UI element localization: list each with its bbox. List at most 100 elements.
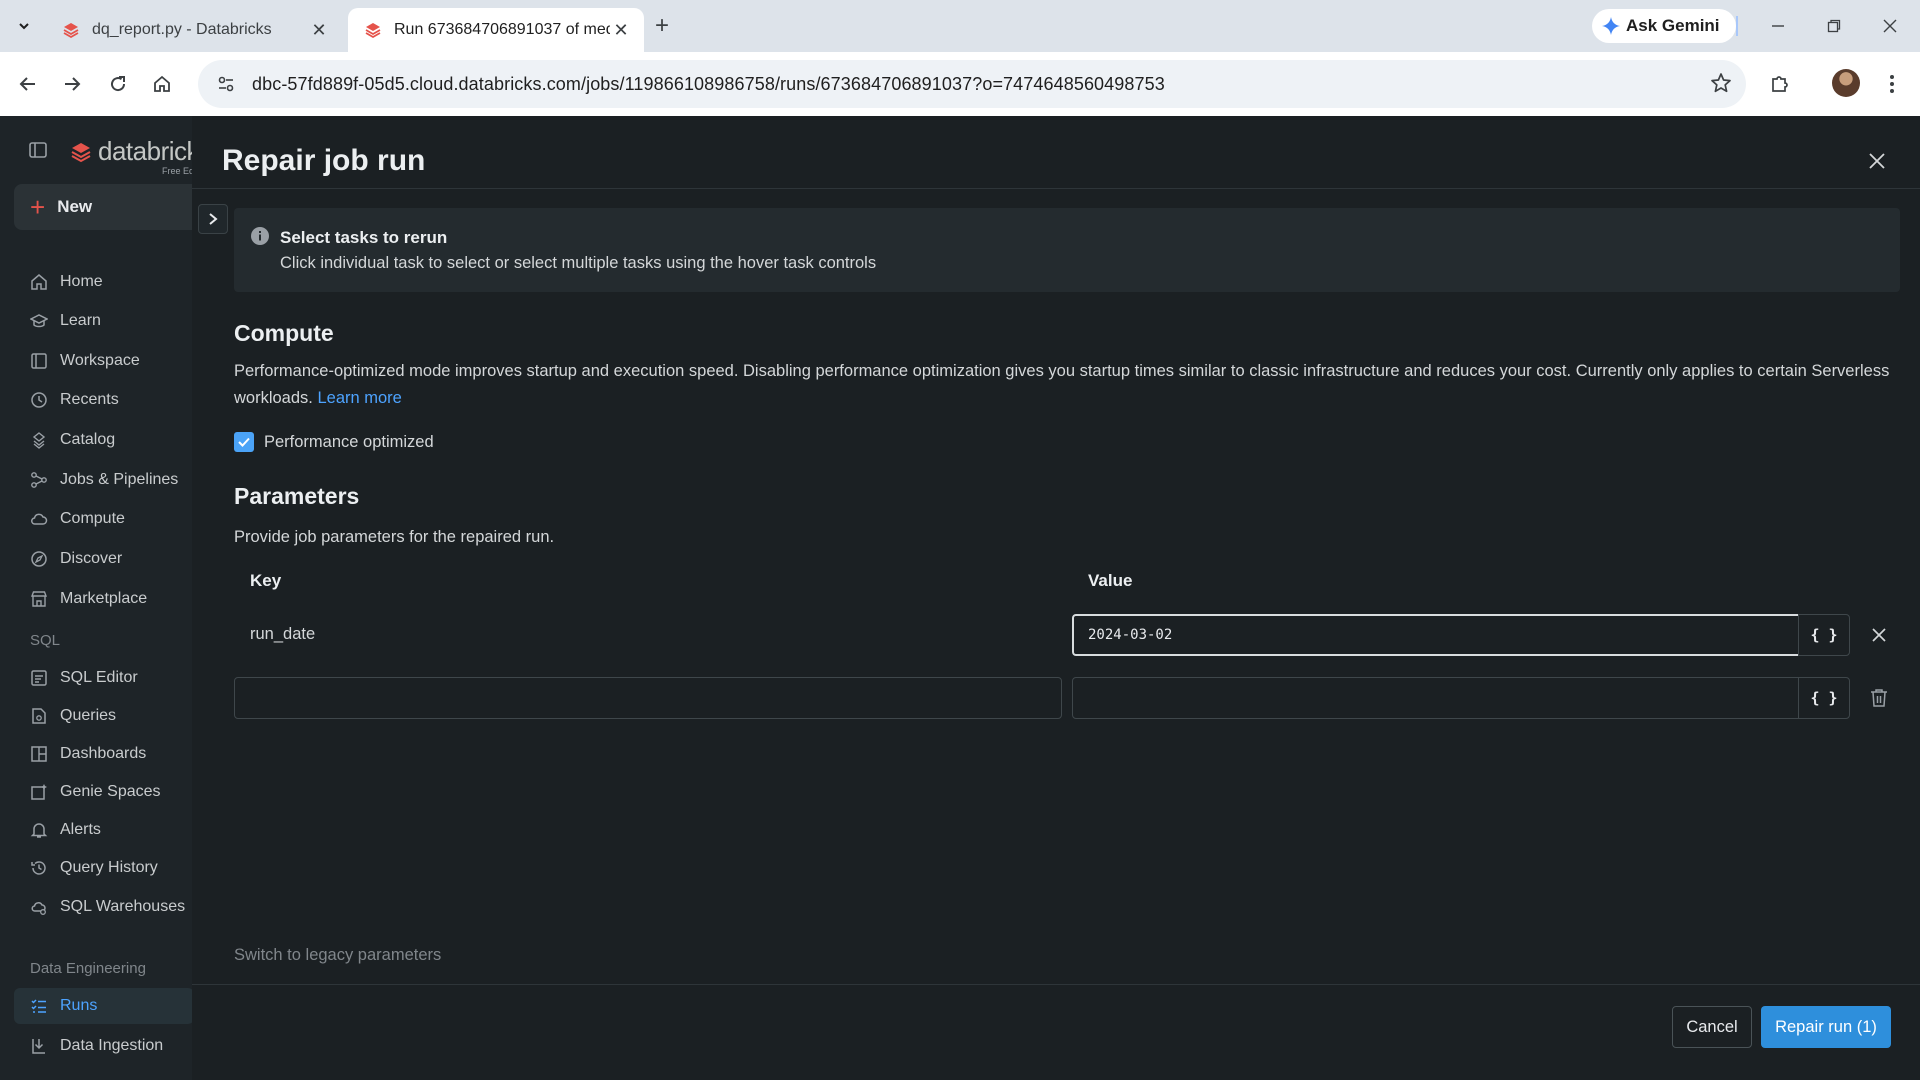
repair-run-button[interactable]: Repair run (1) xyxy=(1761,1006,1891,1048)
checkbox-label: Performance optimized xyxy=(264,432,434,451)
new-value-input[interactable] xyxy=(1073,678,1801,718)
repair-job-run-dialog: Repair job run Select tasks to rerun Cli… xyxy=(192,116,1920,1080)
performance-optimized-option[interactable]: Performance optimized xyxy=(234,432,434,452)
info-heading: Select tasks to rerun xyxy=(280,228,448,247)
sidebar-item-sql-warehouses[interactable]: SQL Warehouses xyxy=(14,889,192,925)
expand-task-graph-button[interactable] xyxy=(198,204,228,234)
new-button-label: New xyxy=(57,197,93,216)
sidebar-item-recents[interactable]: Recents xyxy=(14,382,192,418)
info-icon xyxy=(251,227,269,245)
sidebar-toggle-icon[interactable] xyxy=(28,140,48,160)
checkmark-icon xyxy=(238,437,250,447)
sidebar-header: databricks Free Edition xyxy=(0,130,192,176)
ask-gemini-button[interactable]: Ask Gemini xyxy=(1592,9,1736,43)
sidebar-item-discover[interactable]: Discover xyxy=(14,541,192,577)
home-icon xyxy=(31,274,47,290)
sidebar-item-home[interactable]: Home xyxy=(14,264,192,300)
sidebar-item-label: Jobs & Pipelines xyxy=(60,471,179,488)
address-bar[interactable]: dbc-57fd889f-05d5.cloud.databricks.com/j… xyxy=(198,60,1746,108)
sidebar-item-compute[interactable]: Compute xyxy=(14,501,192,537)
clear-parameter-button[interactable] xyxy=(1864,620,1894,650)
browser-tab-dq-report[interactable]: dq_report.py - Databricks ✕ xyxy=(46,8,342,52)
cloud-icon xyxy=(31,513,48,525)
parameter-key-input[interactable] xyxy=(234,677,1062,719)
close-window-button[interactable] xyxy=(1870,10,1910,42)
sidebar-item-queries[interactable]: Queries xyxy=(14,698,192,734)
cancel-button[interactable]: Cancel xyxy=(1672,1006,1752,1048)
switch-legacy-parameters-link[interactable]: Switch to legacy parameters xyxy=(234,946,441,965)
run-date-value-input[interactable] xyxy=(1074,616,1800,654)
back-button[interactable] xyxy=(12,68,44,100)
sidebar-item-marketplace[interactable]: Marketplace xyxy=(14,581,192,617)
browser-tab-run[interactable]: Run 673684706891037 of medallion ✕ xyxy=(348,8,644,52)
sidebar-item-alerts[interactable]: Alerts xyxy=(14,812,192,848)
sidebar-item-genie-spaces[interactable]: Genie Spaces xyxy=(14,774,192,810)
sidebar-item-dashboards[interactable]: Dashboards xyxy=(14,736,192,772)
arrow-right-icon xyxy=(65,77,81,91)
sidebar-item-query-history[interactable]: Query History xyxy=(14,850,192,886)
sidebar-item-label: Queries xyxy=(60,707,117,724)
sidebar-item-label: Workspace xyxy=(60,352,140,369)
more-vertical-icon xyxy=(1890,75,1894,93)
sidebar-item-learn[interactable]: Learn xyxy=(14,303,192,339)
puzzle-icon xyxy=(1772,76,1788,92)
sidebar-item-runs[interactable]: Runs xyxy=(14,988,192,1024)
sidebar-item-label: Data Ingestion xyxy=(60,1037,164,1054)
profile-avatar[interactable] xyxy=(1832,69,1860,97)
tab-search-button[interactable] xyxy=(8,10,40,42)
sidebar-item-label: Dashboards xyxy=(60,745,147,762)
ingestion-icon xyxy=(32,1039,45,1054)
sidebar-item-jobs-pipelines[interactable]: Jobs & Pipelines xyxy=(14,462,192,498)
forward-button[interactable] xyxy=(56,68,88,100)
compute-heading: Compute xyxy=(234,320,334,346)
dynamic-value-button[interactable]: { } xyxy=(1798,677,1850,719)
sidebar-item-workspace[interactable]: Workspace xyxy=(14,343,192,379)
sidebar-item-label: Alerts xyxy=(60,821,101,838)
reload-button[interactable] xyxy=(102,68,134,100)
parameter-value-input[interactable] xyxy=(1072,614,1802,656)
compute-description-text: Performance-optimized mode improves star… xyxy=(234,362,1890,407)
sidebar-item-data-ingestion[interactable]: Data Ingestion xyxy=(14,1028,192,1064)
site-info-icon[interactable] xyxy=(206,64,246,104)
new-button[interactable]: + New xyxy=(14,184,192,230)
delete-parameter-button[interactable] xyxy=(1864,683,1894,713)
braces-icon: { } xyxy=(1810,689,1838,707)
sidebar-section-data-engineering: Data Engineering xyxy=(30,960,146,977)
arrow-left-icon xyxy=(19,77,35,91)
workspace-sidebar: databricks Free Edition + New Home Learn… xyxy=(0,116,192,1080)
home-button[interactable] xyxy=(146,68,178,100)
learn-more-link[interactable]: Learn more xyxy=(317,389,401,407)
learn-icon xyxy=(30,314,48,328)
databricks-logo[interactable]: databricks Free Edition xyxy=(70,136,192,176)
bookmark-star-icon[interactable] xyxy=(1710,72,1732,94)
performance-optimized-checkbox[interactable] xyxy=(234,432,254,452)
new-key-input[interactable] xyxy=(235,678,1061,718)
minimize-window-button[interactable] xyxy=(1758,10,1798,42)
parameters-description: Provide job parameters for the repaired … xyxy=(234,528,555,546)
jobs-icon xyxy=(31,472,47,488)
parameter-value-input[interactable] xyxy=(1072,677,1802,719)
new-tab-button[interactable]: + xyxy=(648,12,676,40)
extensions-button[interactable] xyxy=(1764,68,1796,100)
parameter-key-text: run_date xyxy=(250,625,316,643)
sidebar-item-label: SQL Editor xyxy=(60,669,138,686)
sidebar-item-label: Marketplace xyxy=(60,590,148,607)
runs-icon xyxy=(31,999,46,1013)
close-dialog-button[interactable] xyxy=(1862,146,1892,176)
header-divider xyxy=(192,188,1920,189)
close-tab-icon[interactable]: ✕ xyxy=(610,19,632,41)
ask-gemini-label: Ask Gemini xyxy=(1626,16,1720,35)
dynamic-value-button[interactable]: { } xyxy=(1798,614,1850,656)
toolbar-separator xyxy=(1736,16,1738,36)
sidebar-item-label: Compute xyxy=(60,510,125,527)
sidebar-item-sql-editor[interactable]: SQL Editor xyxy=(14,660,192,696)
workspace-icon xyxy=(31,353,47,369)
dialog-title: Repair job run xyxy=(222,144,426,177)
sidebar-item-catalog[interactable]: Catalog xyxy=(14,422,192,458)
browser-menu-button[interactable] xyxy=(1876,68,1908,100)
compute-description: Performance-optimized mode improves star… xyxy=(234,358,1914,412)
close-tab-icon[interactable]: ✕ xyxy=(308,19,330,41)
restore-window-button[interactable] xyxy=(1814,10,1854,42)
close-icon xyxy=(1869,153,1885,169)
plus-icon: + xyxy=(30,192,46,222)
